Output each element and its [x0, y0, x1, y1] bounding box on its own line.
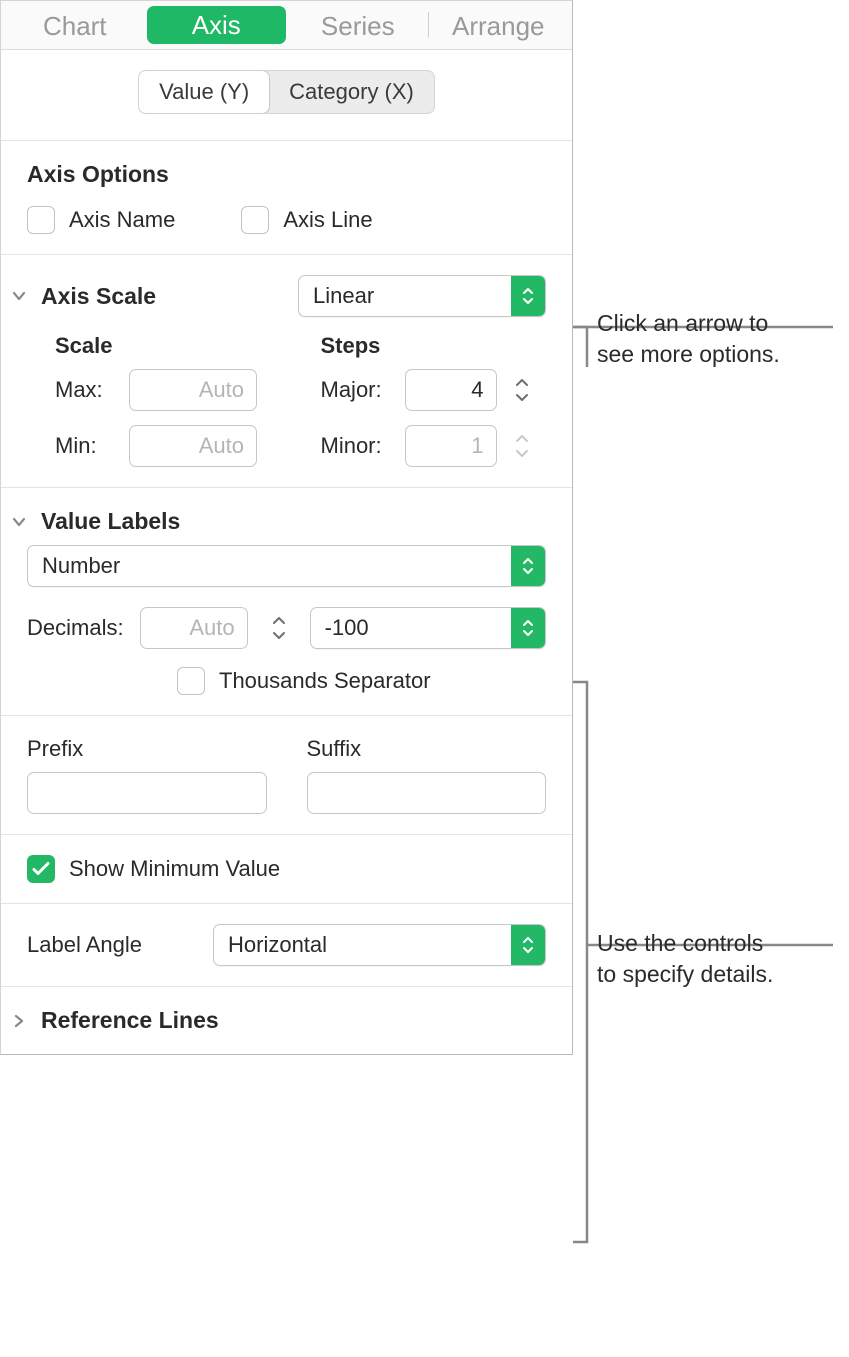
suffix-label: Suffix [307, 736, 547, 762]
format-popup-knob [511, 546, 545, 586]
value-labels-format-section: Number Decimals: -100 [1, 539, 572, 716]
show-min-section: Show Minimum Value [1, 835, 572, 904]
minor-stepper[interactable] [513, 425, 537, 467]
prefix-input[interactable] [27, 772, 267, 814]
callouts-area: Click an arrow to see more options. Use … [573, 0, 849, 1055]
label-angle-label: Label Angle [27, 932, 197, 958]
axis-line-label: Axis Line [283, 207, 372, 233]
axis-line-option: Axis Line [241, 206, 372, 234]
reference-lines-header: Reference Lines [1, 987, 572, 1054]
major-label: Major: [321, 377, 395, 403]
value-labels-format-value: Number [28, 553, 511, 579]
scale-subhead: Scale [55, 333, 281, 359]
label-angle-knob [511, 925, 545, 965]
prefix-suffix-section: Prefix Suffix [1, 716, 572, 835]
inspector-tabs: Chart Axis Series Arrange [1, 1, 572, 50]
max-input[interactable] [129, 369, 257, 411]
tab-axis[interactable]: Axis [147, 6, 287, 44]
suffix-input[interactable] [307, 772, 547, 814]
steps-subhead: Steps [321, 333, 547, 359]
callout-2-line-2: to specify details. [597, 961, 773, 987]
major-stepper[interactable] [513, 369, 537, 411]
axis-scale-body: Scale Max: Min: Steps Major: [1, 323, 572, 488]
axis-scale-value: Linear [299, 283, 511, 309]
axis-line-checkbox[interactable] [241, 206, 269, 234]
prefix-label: Prefix [27, 736, 267, 762]
reference-lines-title: Reference Lines [41, 1007, 546, 1034]
axis-name-label: Axis Name [69, 207, 175, 233]
axis-options-section: Axis Options Axis Name Axis Line [1, 141, 572, 255]
max-label: Max: [55, 377, 119, 403]
negative-format-popup[interactable]: -100 [310, 607, 546, 649]
value-labels-disclosure-arrow[interactable] [11, 514, 31, 530]
axis-name-checkbox[interactable] [27, 206, 55, 234]
value-labels-format-popup[interactable]: Number [27, 545, 546, 587]
tab-arrange[interactable]: Arrange [429, 4, 569, 46]
major-input[interactable] [405, 369, 497, 411]
axis-segmented-wrap: Value (Y) Category (X) [1, 50, 572, 141]
decimals-input[interactable] [140, 607, 248, 649]
axis-name-option: Axis Name [27, 206, 175, 234]
callout-1-line-2: see more options. [597, 341, 780, 367]
show-min-label: Show Minimum Value [69, 856, 280, 882]
minor-label: Minor: [321, 433, 395, 459]
show-min-checkbox[interactable] [27, 855, 55, 883]
tab-series[interactable]: Series [288, 4, 428, 46]
callout-2: Use the controls to specify details. [597, 928, 847, 990]
min-label: Min: [55, 433, 119, 459]
axis-scale-header: Axis Scale Linear [1, 255, 572, 323]
axis-scale-popup-knob [511, 276, 545, 316]
label-angle-popup[interactable]: Horizontal [213, 924, 546, 966]
axis-scale-popup[interactable]: Linear [298, 275, 546, 317]
decimals-label: Decimals: [27, 615, 124, 641]
axis-scale-disclosure-arrow[interactable] [11, 288, 31, 304]
axis-options-title: Axis Options [27, 161, 546, 188]
negative-format-knob [511, 608, 545, 648]
axis-scale-title: Axis Scale [41, 283, 288, 310]
value-labels-header: Value Labels [1, 488, 572, 539]
segment-category-x[interactable]: Category (X) [269, 71, 434, 113]
min-input[interactable] [129, 425, 257, 467]
callout-1: Click an arrow to see more options. [597, 308, 847, 370]
callout-1-line-1: Click an arrow to [597, 310, 768, 336]
value-labels-title: Value Labels [41, 508, 546, 535]
callout-2-line-1: Use the controls [597, 930, 763, 956]
thousands-label: Thousands Separator [219, 668, 431, 694]
thousands-checkbox[interactable] [177, 667, 205, 695]
axis-segmented-control: Value (Y) Category (X) [138, 70, 435, 114]
label-angle-value: Horizontal [214, 932, 511, 958]
reference-lines-disclosure-arrow[interactable] [11, 1013, 31, 1029]
label-angle-section: Label Angle Horizontal [1, 904, 572, 987]
segment-value-y[interactable]: Value (Y) [139, 71, 269, 113]
decimals-stepper[interactable] [270, 607, 294, 649]
tab-chart[interactable]: Chart [5, 4, 145, 46]
thousands-option: Thousands Separator [177, 667, 546, 695]
minor-input[interactable] [405, 425, 497, 467]
negative-format-value: -100 [311, 615, 511, 641]
axis-inspector-panel: Chart Axis Series Arrange Value (Y) Cate… [0, 0, 573, 1055]
